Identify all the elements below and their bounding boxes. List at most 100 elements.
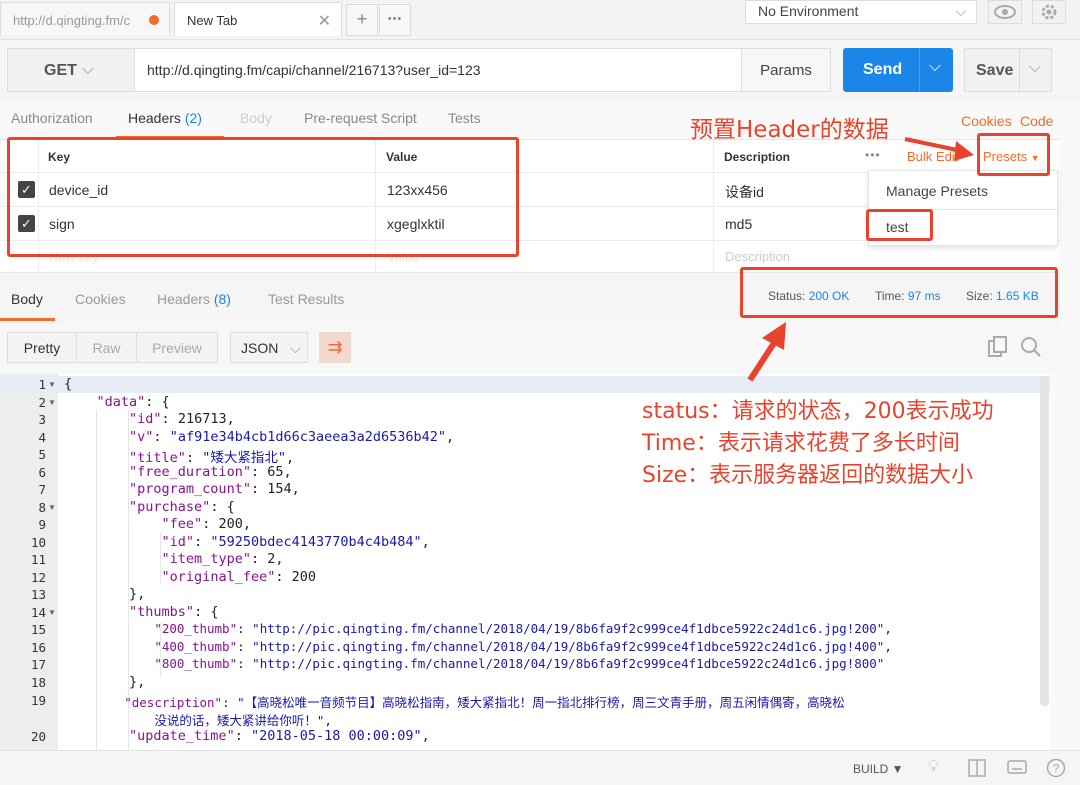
fold-toggle-icon[interactable]: ▼: [48, 503, 56, 512]
divider: [919, 48, 920, 92]
fold-toggle-icon[interactable]: ▼: [48, 398, 56, 407]
cookies-link[interactable]: Cookies: [961, 113, 1012, 129]
preview-button[interactable]: Preview: [136, 332, 218, 363]
line-number: 20: [30, 729, 46, 744]
copy-icon[interactable]: [988, 336, 1008, 363]
code-line: "200_thumb": "http://pic.qingting.fm/cha…: [154, 621, 892, 636]
code-line: "update_time": "2018-05-18 00:00:09",: [129, 728, 430, 744]
tab-response-headers-label: Headers: [157, 291, 210, 307]
code-line: "data": {: [64, 394, 170, 410]
url-input[interactable]: http://d.qingting.fm/capi/channel/216713…: [134, 48, 742, 92]
tab-body[interactable]: Body: [240, 110, 272, 126]
json-key: "400_thumb": [154, 638, 238, 654]
pretty-button[interactable]: Pretty: [7, 332, 77, 363]
unsaved-dot-icon: [149, 15, 159, 25]
response-headers-count: (8): [213, 291, 231, 307]
annotation-arrow: [747, 322, 786, 382]
keyboard-icon[interactable]: [1007, 760, 1027, 777]
json-key: "purchase": [129, 498, 211, 515]
json-key: "free_duration": [129, 463, 251, 480]
code-line: "program_count": 154,: [129, 481, 300, 497]
line-number: 16: [30, 639, 46, 655]
chevron-down-icon[interactable]: ⌵: [929, 58, 941, 76]
line-number: 17: [30, 657, 46, 672]
column-header-description: Description: [724, 150, 791, 164]
annotation-arrow: [904, 137, 974, 161]
fold-toggle-icon[interactable]: ▼: [48, 380, 56, 389]
json-key: "original_fee": [161, 568, 276, 585]
method-value: GET: [44, 62, 77, 79]
bulb-icon[interactable]: 💡︎: [928, 758, 939, 776]
tab-response-headers[interactable]: Headers (8): [157, 291, 231, 307]
code-line: "item_type": 2,: [161, 551, 284, 567]
line-number: 4: [38, 429, 46, 445]
code-line: "fee": 200,: [161, 516, 251, 532]
annotation-time-note: Time：表示请求花费了多长时间: [642, 431, 960, 456]
json-punct: },: [129, 586, 146, 602]
chevron-down-icon: ⌵: [955, 3, 966, 19]
line-number: 12: [30, 569, 46, 585]
tab-response-body[interactable]: Body: [11, 291, 43, 307]
method-select[interactable]: GET ⌵: [7, 48, 135, 92]
format-select[interactable]: JSON ⌵: [230, 332, 308, 363]
wrap-lines-icon[interactable]: ⇉: [319, 332, 351, 363]
annotation-box-preset-test: [866, 209, 933, 241]
status-bar: BUILD ▼ 💡︎ ?: [0, 750, 1080, 785]
manage-presets-item[interactable]: Manage Presets: [869, 183, 1057, 199]
new-description-input[interactable]: Description: [725, 249, 790, 264]
tab-request[interactable]: http://d.qingting.fm/c: [0, 2, 170, 36]
code-line: "id": "59250bdec4143770b4c4b484",: [161, 533, 430, 550]
code-link[interactable]: Code: [1020, 113, 1053, 129]
json-key: "id": [129, 411, 162, 427]
code-line: "purchase": {: [64, 499, 235, 515]
annotation-status-note: status：请求的状态，200表示成功: [642, 399, 994, 424]
code-line: 没说的话，矮大紧讲给你听！",: [154, 713, 332, 728]
close-icon[interactable]: ✕: [318, 11, 331, 31]
json-string: "af91e34b4cb1d66c3aeea3a2d6536b42": [169, 428, 447, 445]
json-key: "data": [96, 393, 146, 410]
code-line: "original_fee": 200: [161, 568, 316, 585]
gear-icon[interactable]: [1032, 0, 1066, 24]
tab-headers[interactable]: Headers (2): [128, 110, 202, 126]
code-line: {: [64, 376, 73, 392]
json-punct: : {: [210, 498, 235, 515]
tab-response-cookies[interactable]: Cookies: [75, 291, 126, 307]
line-number: 3: [38, 412, 46, 427]
chevron-down-icon[interactable]: ⌵: [1029, 59, 1041, 77]
json-key: "800_thumb": [154, 656, 238, 671]
params-button[interactable]: Params: [741, 48, 831, 92]
tab-new[interactable]: New Tab ✕: [174, 2, 342, 36]
annotation-box-response-meta: [740, 267, 1058, 318]
help-icon[interactable]: ?: [1046, 758, 1066, 781]
tab-authorization[interactable]: Authorization: [11, 110, 93, 126]
tab-tests[interactable]: Tests: [448, 110, 481, 126]
build-button[interactable]: BUILD ▼: [853, 762, 904, 776]
tab-test-results[interactable]: Test Results: [268, 291, 344, 307]
send-button[interactable]: Send ⌵: [843, 48, 953, 92]
tab-prerequest-script[interactable]: Pre-request Script: [304, 110, 417, 126]
save-button[interactable]: Save ⌵: [964, 48, 1052, 93]
header-description[interactable]: md5: [725, 216, 752, 232]
json-key: "program_count": [129, 481, 251, 497]
more-options-button[interactable]: •••: [865, 148, 881, 162]
save-label: Save: [976, 62, 1014, 79]
two-pane-icon[interactable]: [968, 759, 986, 780]
scrollbar[interactable]: [1040, 376, 1049, 706]
eye-icon[interactable]: [988, 0, 1022, 24]
tab-label: http://d.qingting.fm/c: [13, 13, 131, 28]
add-tab-button[interactable]: +: [346, 4, 378, 36]
search-icon[interactable]: [1020, 336, 1042, 363]
line-number: 18: [30, 674, 46, 690]
json-key: "id": [161, 533, 195, 550]
postman-window: http://d.qingting.fm/c New Tab ✕ + ••• N…: [0, 0, 1080, 785]
tab-more-button[interactable]: •••: [379, 4, 411, 36]
json-number: 216713: [177, 411, 227, 427]
header-description[interactable]: 设备id: [725, 182, 764, 202]
environment-select[interactable]: No Environment ⌵: [745, 0, 977, 24]
fold-toggle-icon[interactable]: ▼: [48, 608, 56, 617]
json-number: 2: [267, 551, 276, 567]
chevron-down-icon: ⌵: [290, 340, 301, 356]
line-number: 15: [30, 622, 46, 637]
code-line: "description": "【高晓松唯一音频节目】高晓松指南，矮大紧指北！周…: [124, 695, 845, 710]
raw-button[interactable]: Raw: [76, 332, 137, 363]
